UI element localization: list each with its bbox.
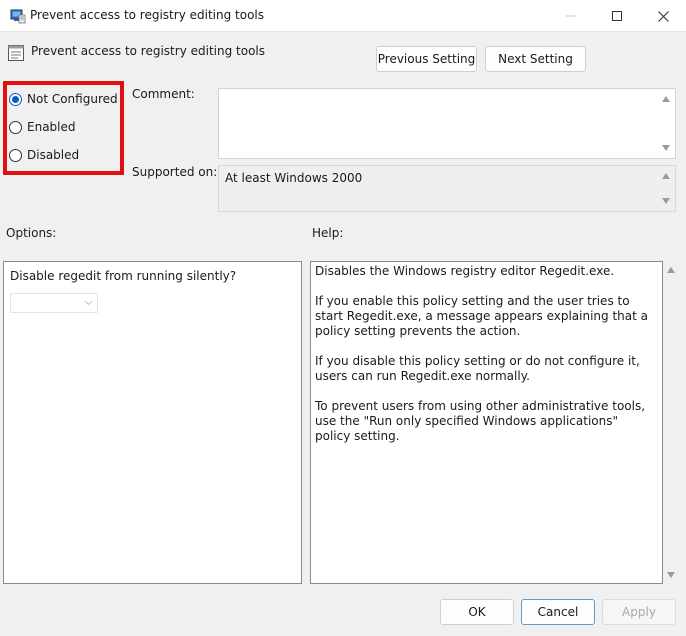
options-label: Options: (6, 226, 57, 240)
radio-enabled[interactable]: Enabled (9, 120, 76, 134)
radio-button[interactable] (9, 148, 22, 162)
minimize-button[interactable] (548, 0, 594, 32)
supported-on-field: At least Windows 2000 (218, 165, 676, 212)
scroll-down-icon[interactable] (667, 572, 675, 578)
silent-regedit-dropdown[interactable] (10, 293, 98, 313)
previous-setting-button[interactable]: Previous Setting (376, 46, 477, 72)
scroll-up-icon[interactable] (662, 96, 670, 102)
maximize-icon (612, 11, 622, 21)
supported-on-value: At least Windows 2000 (225, 171, 363, 185)
scroll-down-icon[interactable] (662, 145, 670, 151)
help-paragraph: If you disable this policy setting or do… (315, 354, 640, 383)
comment-textarea[interactable] (218, 88, 676, 159)
close-icon (657, 10, 669, 22)
radio-button[interactable] (9, 120, 22, 134)
help-label: Help: (312, 226, 344, 240)
help-panel: Disables the Windows registry editor Reg… (310, 261, 663, 584)
chevron-down-icon (84, 300, 93, 306)
help-paragraph: Disables the Windows registry editor Reg… (315, 264, 615, 278)
radio-not-configured[interactable]: Not Configured (9, 92, 118, 106)
supported-on-label: Supported on: (132, 165, 218, 179)
scroll-up-icon[interactable] (667, 267, 675, 273)
close-button[interactable] (640, 0, 686, 32)
help-paragraph: If you enable this policy setting and th… (315, 294, 648, 338)
maximize-button[interactable] (594, 0, 640, 32)
help-paragraph: To prevent users from using other admini… (315, 399, 646, 443)
radio-label-not-configured: Not Configured (27, 92, 118, 106)
window-title: Prevent access to registry editing tools (30, 8, 264, 22)
options-panel: Disable regedit from running silently? (3, 261, 302, 584)
policy-setting-icon (8, 45, 24, 61)
comment-scrollbar[interactable] (658, 89, 675, 158)
scroll-up-icon[interactable] (662, 173, 670, 179)
group-policy-app-icon (10, 9, 26, 24)
scroll-down-icon[interactable] (662, 198, 670, 204)
policy-name: Prevent access to registry editing tools (31, 44, 265, 58)
ok-button[interactable]: OK (440, 599, 514, 625)
next-setting-button[interactable]: Next Setting (485, 46, 586, 72)
supported-scrollbar[interactable] (658, 166, 675, 211)
options-question: Disable regedit from running silently? (10, 269, 237, 283)
radio-label-disabled: Disabled (27, 148, 80, 162)
radio-label-enabled: Enabled (27, 120, 76, 134)
apply-button[interactable]: Apply (602, 599, 676, 625)
radio-button-selected[interactable] (9, 92, 22, 106)
help-text: Disables the Windows registry editor Reg… (315, 264, 655, 459)
title-bar: Prevent access to registry editing tools (0, 0, 686, 32)
help-scrollbar[interactable] (663, 261, 680, 584)
radio-disabled[interactable]: Disabled (9, 148, 79, 162)
cancel-button[interactable]: Cancel (521, 599, 595, 625)
comment-label: Comment: (132, 87, 195, 101)
minimize-icon (566, 15, 576, 17)
